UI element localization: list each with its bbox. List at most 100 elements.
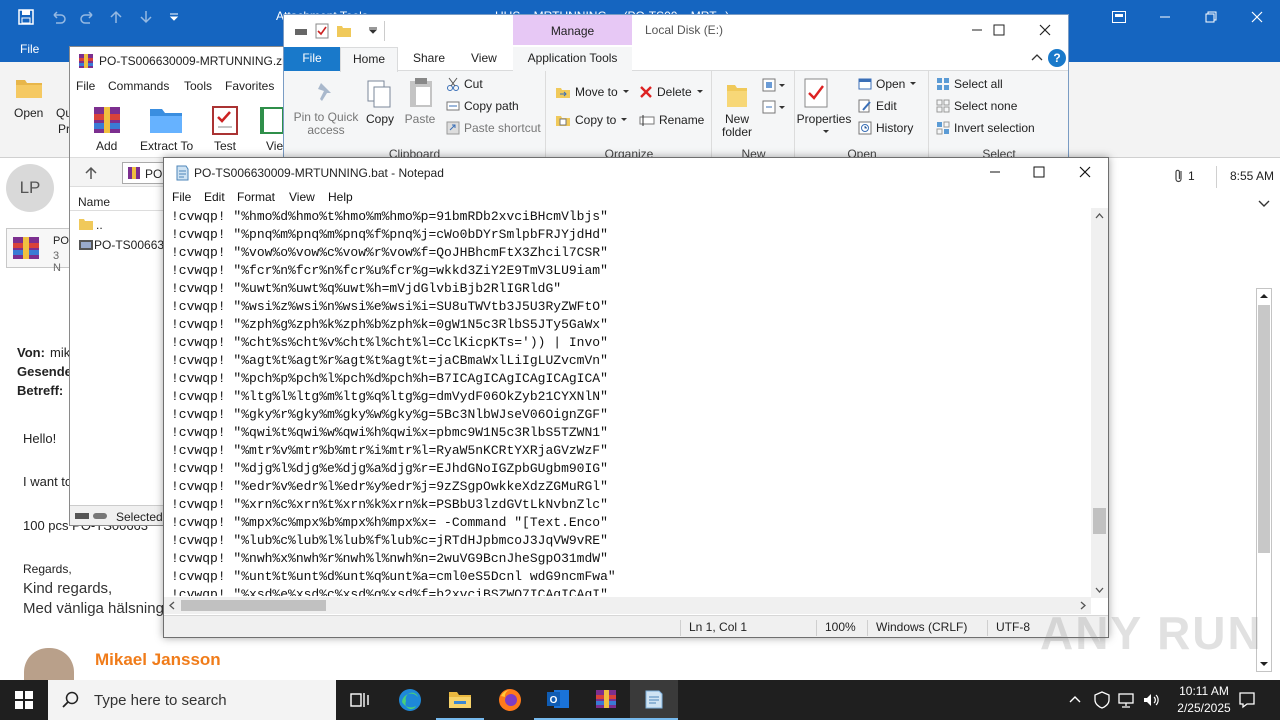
file-explorer-icon[interactable]	[436, 680, 484, 720]
menu-format[interactable]: Format	[237, 190, 275, 204]
cut-button[interactable]: Cut	[446, 77, 483, 91]
up-arrow-icon[interactable]	[108, 9, 124, 25]
winrar-menu-commands[interactable]: Commands	[108, 79, 169, 93]
select-none-button[interactable]: Select none	[936, 99, 1017, 113]
menu-edit[interactable]: Edit	[204, 190, 225, 204]
menu-help[interactable]: Help	[328, 190, 353, 204]
copy-path-button[interactable]: Copy path	[446, 99, 519, 113]
show-hidden-icons-icon[interactable]	[1068, 692, 1082, 706]
scrollbar-thumb[interactable]	[181, 600, 326, 611]
menu-file[interactable]: File	[172, 190, 191, 204]
qat-dropdown-icon[interactable]	[368, 27, 378, 35]
test-button[interactable]: Test	[214, 139, 236, 153]
clock-date[interactable]: 2/25/2025	[1164, 701, 1244, 715]
taskbar-search-box[interactable]: Type here to search	[48, 680, 336, 720]
invert-selection-button[interactable]: Invert selection	[936, 121, 1035, 135]
qat-new-folder-icon[interactable]	[336, 23, 352, 39]
winrar-taskbar-icon[interactable]	[582, 680, 630, 720]
rename-button[interactable]: Rename	[639, 113, 704, 127]
delete-button[interactable]: Delete	[639, 85, 704, 99]
edit-button[interactable]: Edit	[858, 99, 897, 113]
copy-icon[interactable]	[366, 79, 392, 109]
tab-share[interactable]: Share	[413, 51, 445, 65]
properties-button[interactable]: Properties	[794, 113, 854, 126]
undo-icon[interactable]	[50, 9, 66, 25]
explorer-close-button[interactable]	[1022, 13, 1068, 47]
winrar-menu-tools[interactable]: Tools	[184, 79, 212, 93]
up-folder-icon[interactable]	[84, 166, 98, 180]
tab-file[interactable]: File	[20, 42, 39, 56]
scroll-down-arrow-icon[interactable]	[1091, 581, 1108, 598]
scroll-left-arrow-icon[interactable]	[164, 597, 181, 614]
open-button[interactable]: Open	[14, 106, 43, 120]
easy-access-icon[interactable]	[761, 99, 787, 115]
winrar-menu-favorites[interactable]: Favorites	[225, 79, 274, 93]
open-button[interactable]: Open	[858, 77, 917, 91]
customize-qat-icon[interactable]	[166, 9, 182, 25]
extract-to-button[interactable]: Extract To	[140, 139, 193, 153]
save-icon[interactable]	[18, 9, 34, 25]
scroll-up-arrow-icon[interactable]	[1091, 208, 1108, 225]
minimize-button[interactable]	[1142, 0, 1188, 34]
scroll-up-arrow-icon[interactable]	[1257, 289, 1271, 303]
notepad-close-button[interactable]	[1062, 155, 1108, 189]
test-clipboard-icon[interactable]	[210, 103, 240, 135]
select-all-button[interactable]: Select all	[936, 77, 1003, 91]
copy-button[interactable]: Copy	[362, 113, 398, 126]
menu-view[interactable]: View	[289, 190, 315, 204]
notepad-maximize-button[interactable]	[1016, 155, 1062, 189]
task-view-icon[interactable]	[336, 680, 384, 720]
add-archive-icon[interactable]	[90, 103, 124, 135]
qat-properties-icon[interactable]	[314, 23, 330, 39]
notepad-text-area[interactable]: !cvwqp! "%hmo%d%hmo%t%hmo%m%hmo%p=91bmRD…	[171, 208, 1091, 596]
add-button[interactable]: Add	[96, 139, 117, 153]
defender-icon[interactable]	[1094, 691, 1110, 709]
history-button[interactable]: History	[858, 121, 913, 135]
restore-button[interactable]	[1188, 0, 1234, 34]
clock-time[interactable]: 10:11 AM	[1164, 684, 1244, 698]
properties-dropdown-icon[interactable]	[822, 129, 830, 135]
new-item-icon[interactable]	[761, 77, 787, 93]
vertical-scrollbar[interactable]	[1091, 208, 1108, 598]
explorer-maximize-button[interactable]	[976, 13, 1022, 47]
pin-icon[interactable]	[314, 81, 336, 105]
horizontal-scrollbar[interactable]	[164, 597, 1091, 614]
collapse-ribbon-icon[interactable]	[1031, 53, 1043, 61]
redo-icon[interactable]	[80, 9, 96, 25]
ribbon-display-options-icon[interactable]	[1096, 0, 1142, 34]
paste-shortcut-button[interactable]: Paste shortcut	[446, 121, 541, 135]
new-folder-icon[interactable]	[725, 79, 749, 109]
start-button[interactable]	[0, 680, 48, 720]
paste-icon[interactable]	[408, 77, 434, 109]
close-button[interactable]	[1234, 0, 1280, 34]
paste-button[interactable]: Paste	[402, 113, 438, 126]
outlook-icon[interactable]: O	[534, 680, 582, 720]
tab-view[interactable]: View	[471, 51, 497, 65]
pin-to-quick-access-button[interactable]: Pin to Quick access	[290, 111, 362, 137]
notepad-taskbar-icon[interactable]	[630, 680, 678, 720]
help-icon[interactable]: ?	[1048, 49, 1066, 67]
move-to-button[interactable]: Move to	[555, 85, 630, 99]
open-folder-icon[interactable]	[14, 74, 44, 100]
properties-icon[interactable]	[802, 77, 830, 109]
tab-application-tools[interactable]: Application Tools	[513, 47, 632, 71]
scrollbar-thumb[interactable]	[1093, 508, 1106, 534]
network-icon[interactable]	[1117, 691, 1135, 709]
manage-contextual-tab[interactable]: Manage	[513, 15, 632, 45]
firefox-icon[interactable]	[486, 680, 534, 720]
tab-file[interactable]: File	[284, 47, 340, 71]
copy-to-button[interactable]: Copy to	[555, 113, 628, 127]
tab-home[interactable]: Home	[340, 47, 398, 72]
notepad-minimize-button[interactable]	[972, 155, 1018, 189]
new-folder-button[interactable]: New folder	[715, 113, 759, 139]
volume-icon[interactable]	[1142, 691, 1160, 709]
chevron-down-icon[interactable]	[1258, 200, 1270, 208]
extract-folder-icon[interactable]	[148, 103, 184, 135]
attachment-chip[interactable]: PO 3 N	[6, 228, 70, 274]
notifications-icon[interactable]	[1238, 691, 1256, 709]
scrollbar-thumb[interactable]	[1258, 305, 1270, 553]
view-book-icon[interactable]	[258, 103, 286, 135]
column-name[interactable]: Name	[78, 195, 110, 209]
edge-icon[interactable]	[386, 680, 434, 720]
winrar-menu-file[interactable]: File	[76, 79, 95, 93]
